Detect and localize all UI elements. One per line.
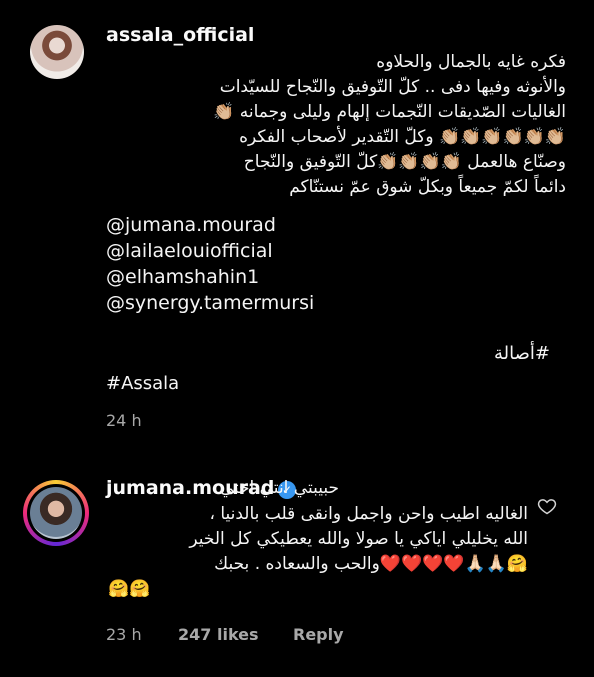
- caption-line: 👏🏼👏🏼👏🏼👏🏼👏🏼👏🏼 وكلّ التّقدير لأصحاب الفكره: [239, 127, 566, 147]
- caption-line: الغاليات الصّديقات النّجمات إلهام وليلى …: [213, 102, 566, 122]
- caption-timestamp: 24 h: [106, 411, 142, 430]
- hashtag-arabic[interactable]: #أصالة: [470, 343, 550, 364]
- mention-link[interactable]: @jumana.mourad: [106, 214, 276, 236]
- avatar-jumana: [30, 487, 82, 539]
- reply-line: الغاليه اطيب واحن واجمل وانقى قلب بالدني…: [209, 504, 528, 524]
- caption-username[interactable]: assala_official: [106, 24, 254, 46]
- reply-line: الله يخليلي اياكي يا صولا والله يعطيكي ك…: [189, 529, 528, 549]
- mention-link[interactable]: @lailaelouiofficial: [106, 240, 273, 262]
- avatar-jumana-story-ring[interactable]: [23, 480, 89, 546]
- avatar-ring-gap: [27, 484, 85, 542]
- heart-outline-icon[interactable]: [537, 496, 557, 516]
- avatar-assala[interactable]: [30, 25, 84, 79]
- reply-line: 🤗🙏🏻🙏🏻❤️❤️❤️❤️والحب والسعاده . بحبك: [214, 554, 528, 574]
- reply-button[interactable]: Reply: [293, 625, 344, 644]
- reply-text: الغاليه اطيب واحن واجمل وانقى قلب بالدني…: [108, 502, 528, 602]
- hashtag-latin[interactable]: #Assala: [106, 373, 179, 394]
- caption-line: فكره غايه بالجمال والحلاوه: [376, 52, 566, 72]
- mention-link[interactable]: @elhamshahin1: [106, 266, 259, 288]
- reply-timestamp: 23 h: [106, 625, 142, 644]
- caption-line: والأنوثه وفيها دفى .. كلّ التّوفيق والنّ…: [219, 77, 566, 97]
- caption-line: وصنّاع هالعمل 👏🏼👏🏼👏🏼👏🏼كلّ التّوفيق والنّ…: [243, 152, 566, 172]
- reply-line: 🤗🤗: [108, 579, 151, 599]
- caption-line: دائماً لكمّ جميعاً وبكلّ شوق عمّ نستنّاك…: [289, 177, 566, 197]
- caption-text: فكره غايه بالجمال والحلاوه والأنوثه وفيه…: [96, 50, 566, 200]
- mention-link[interactable]: @synergy.tamermursi: [106, 292, 314, 314]
- reply-first-line: حبيبتي انتي اختي: [219, 478, 339, 498]
- likes-count[interactable]: 247 likes: [178, 625, 259, 644]
